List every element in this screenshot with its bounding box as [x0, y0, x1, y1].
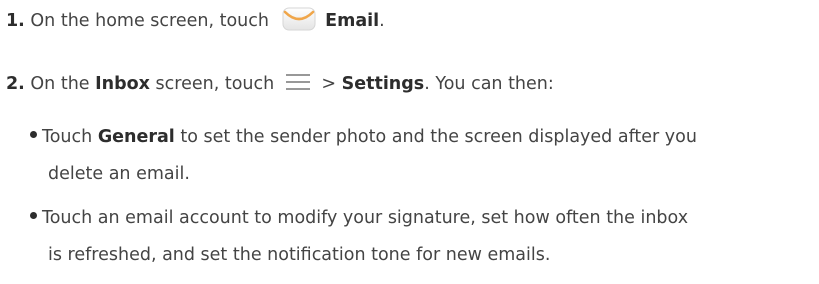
step-number: 1.	[6, 11, 25, 31]
bullet-text: Touch	[42, 127, 93, 147]
step-text: . You can then:	[424, 74, 554, 94]
bullet-item-account: Touch an email account to modify your si…	[28, 200, 813, 274]
step-2: 2. On the Inbox screen, touch > Settings…	[6, 72, 554, 96]
step-text: On the home screen, touch	[30, 11, 269, 31]
email-envelope-icon	[281, 6, 317, 32]
inbox-label: Inbox	[95, 74, 150, 94]
bullet-text: Touch an email account to modify your si…	[42, 208, 689, 228]
step-text: On the	[30, 74, 90, 94]
email-label: Email	[325, 11, 380, 31]
step-number: 2.	[6, 74, 25, 94]
step-text: screen, touch	[155, 74, 275, 94]
general-label: General	[97, 127, 175, 147]
bullet-text-line2: delete an email.	[48, 164, 190, 184]
step-period: .	[379, 11, 385, 31]
bullet-dot	[30, 131, 37, 138]
greater-than: >	[321, 74, 337, 94]
bullet-text: to set the sender photo and the screen d…	[180, 127, 697, 147]
bullet-text-line2: is refreshed, and set the notification t…	[48, 245, 551, 265]
menu-lines-icon	[284, 72, 312, 92]
settings-label: Settings	[341, 74, 425, 94]
bullet-dot	[30, 212, 37, 219]
step-1: 1. On the home screen, touch Email.	[6, 6, 385, 33]
bullet-item-general: Touch General to set the sender photo an…	[28, 119, 813, 193]
